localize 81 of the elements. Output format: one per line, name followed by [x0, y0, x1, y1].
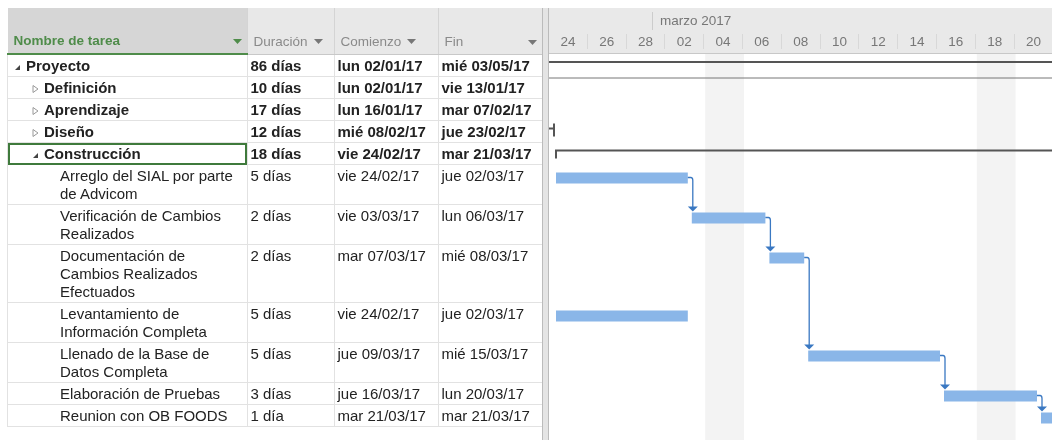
task-name: Definición: [44, 79, 117, 96]
task-bar[interactable]: [1041, 412, 1052, 424]
task-bar[interactable]: [808, 350, 940, 362]
task-name-cell[interactable]: Arreglo del SIAL por parte de Advicom: [7, 164, 247, 205]
task-name-cell[interactable]: Elaboración de Pruebas: [7, 382, 247, 405]
duration-cell: 2 días: [247, 204, 334, 245]
task-name: Diseño: [44, 123, 94, 140]
task-bar[interactable]: [944, 390, 1037, 402]
task-name: Arreglo del SIAL por parte de Advicom: [60, 167, 233, 202]
duration-cell: 5 días: [247, 164, 334, 205]
task-name: Proyecto: [26, 57, 91, 74]
task-name-cell[interactable]: Diseño: [7, 120, 247, 143]
duration-cell: 18 días: [247, 142, 334, 165]
task-name-cell[interactable]: Construcción: [7, 142, 247, 165]
task-name-cell[interactable]: Verificación de Cambios Realizados: [7, 204, 247, 245]
task-name: Levantamiento de Información Completa: [60, 305, 207, 340]
expand-arrow-icon[interactable]: [32, 129, 39, 137]
start-date-cell: vie 24/02/17: [334, 142, 438, 165]
summary-bar[interactable]: [549, 122, 556, 138]
start-date-cell: vie 03/03/17: [334, 204, 438, 245]
day-label: 04: [704, 33, 743, 49]
dropdown-arrow-icon[interactable]: [407, 39, 417, 45]
day-label: 18: [975, 33, 1015, 49]
collapse-arrow-icon[interactable]: [14, 63, 21, 71]
dropdown-arrow-icon[interactable]: [527, 39, 537, 45]
task-name-cell[interactable]: Reunion con OB FOODS: [7, 404, 247, 427]
start-date-cell: vie 24/02/17: [334, 302, 438, 343]
day-label: 10: [820, 33, 860, 49]
duration-cell: 17 días: [247, 98, 334, 121]
summary-bar[interactable]: [549, 61, 1052, 79]
task-bar[interactable]: [556, 310, 688, 322]
task-name: Verificación de Cambios Realizados: [60, 207, 221, 242]
start-date-cell: jue 16/03/17: [334, 382, 438, 405]
start-date-cell: mar 21/03/17: [334, 404, 438, 427]
day-label: 14: [898, 33, 937, 49]
duration-cell: 10 días: [247, 76, 334, 99]
expand-arrow-icon[interactable]: [32, 107, 39, 115]
task-name: Aprendizaje: [44, 101, 130, 118]
day-label: 02: [665, 33, 705, 49]
task-name: Llenado de la Base de Datos Completa: [60, 345, 210, 380]
task-name-cell[interactable]: Levantamiento de Información Completa: [7, 302, 247, 343]
task-bar[interactable]: [556, 172, 688, 184]
task-bar[interactable]: [691, 212, 766, 224]
start-date-cell: mar 07/03/17: [334, 244, 438, 303]
start-date-cell: mié 08/02/17: [334, 120, 438, 143]
start-date-cell: lun 02/01/17: [334, 54, 438, 77]
start-date-cell: lun 02/01/17: [334, 76, 438, 99]
day-label: 24: [549, 33, 588, 49]
duration-cell: 5 días: [247, 342, 334, 383]
collapse-arrow-icon[interactable]: [32, 151, 39, 159]
day-label: 12: [859, 33, 899, 49]
duration-cell: 5 días: [247, 302, 334, 343]
task-bar[interactable]: [769, 252, 805, 264]
day-label: 28: [626, 33, 666, 49]
task-name-cell[interactable]: Aprendizaje: [7, 98, 247, 121]
day-label: 06: [743, 33, 782, 49]
day-label: 16: [936, 33, 976, 49]
start-date-cell: lun 16/01/17: [334, 98, 438, 121]
duration-cell: 1 día: [247, 404, 334, 427]
start-date-cell: vie 24/02/17: [334, 164, 438, 205]
task-name-cell[interactable]: Proyecto: [7, 54, 247, 77]
summary-bar[interactable]: [554, 149, 1052, 160]
month-label: marzo 2017: [652, 11, 732, 30]
task-name: Reunion con OB FOODS: [60, 407, 228, 424]
task-name-cell[interactable]: Llenado de la Base de Datos Completa: [7, 342, 247, 383]
start-date-cell: jue 09/03/17: [334, 342, 438, 383]
expand-arrow-icon[interactable]: [32, 85, 39, 93]
dropdown-arrow-icon[interactable]: [232, 39, 242, 44]
day-label: 20: [1014, 33, 1052, 49]
duration-cell: 12 días: [247, 120, 334, 143]
day-label: 26: [587, 33, 627, 49]
task-name: Documentación de Cambios Realizados Efectuados: [60, 247, 198, 300]
task-name-cell[interactable]: Definición: [7, 76, 247, 99]
duration-cell: 86 días: [247, 54, 334, 77]
dropdown-arrow-icon[interactable]: [313, 39, 323, 45]
task-name: Construcción: [44, 145, 141, 162]
day-label: 08: [781, 33, 821, 49]
duration-cell: 3 días: [247, 382, 334, 405]
task-name: Elaboración de Pruebas: [60, 385, 221, 402]
duration-cell: 2 días: [247, 244, 334, 303]
task-name-cell[interactable]: Documentación de Cambios Realizados Efectuados: [7, 244, 247, 303]
